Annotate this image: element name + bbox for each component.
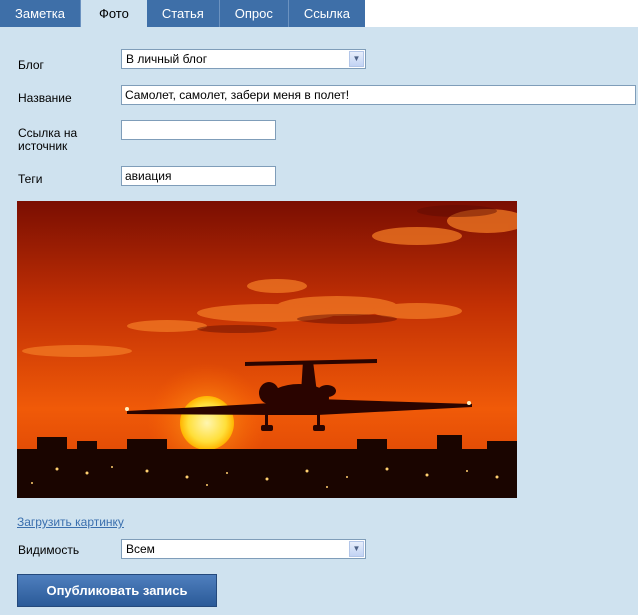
title-input[interactable]: Самолет, самолет, забери меня в полет! — [121, 85, 636, 105]
uploaded-photo — [17, 201, 517, 498]
tags-label: Теги — [18, 172, 43, 186]
source-input[interactable] — [121, 120, 276, 140]
visibility-select[interactable]: Всем ▼ — [121, 539, 366, 559]
visibility-select-value: Всем — [126, 542, 155, 556]
tabs: Заметка Фото Статья Опрос Ссылка — [0, 0, 365, 27]
chevron-down-icon[interactable]: ▼ — [349, 51, 364, 67]
blog-select-value: В личный блог — [126, 52, 208, 66]
tab-article[interactable]: Статья — [147, 0, 220, 27]
upload-image-link[interactable]: Загрузить картинку — [17, 515, 124, 529]
chevron-down-icon[interactable]: ▼ — [349, 541, 364, 557]
source-label-line2: источник — [18, 139, 68, 153]
sunset-airplane-image — [17, 201, 517, 498]
tags-input[interactable]: авиация — [121, 166, 276, 186]
blog-select[interactable]: В личный блог ▼ — [121, 49, 366, 69]
blog-label: Блог — [18, 58, 44, 72]
tab-bar: Заметка Фото Статья Опрос Ссылка — [0, 0, 638, 27]
tab-poll[interactable]: Опрос — [220, 0, 289, 27]
tab-photo[interactable]: Фото — [80, 0, 147, 27]
publish-button[interactable]: Опубликовать запись — [17, 574, 217, 607]
title-label: Название — [18, 91, 72, 105]
source-label: Ссылка на источник — [18, 127, 77, 153]
tab-link[interactable]: Ссылка — [289, 0, 365, 27]
tab-note[interactable]: Заметка — [0, 0, 81, 27]
visibility-label: Видимость — [18, 543, 80, 557]
